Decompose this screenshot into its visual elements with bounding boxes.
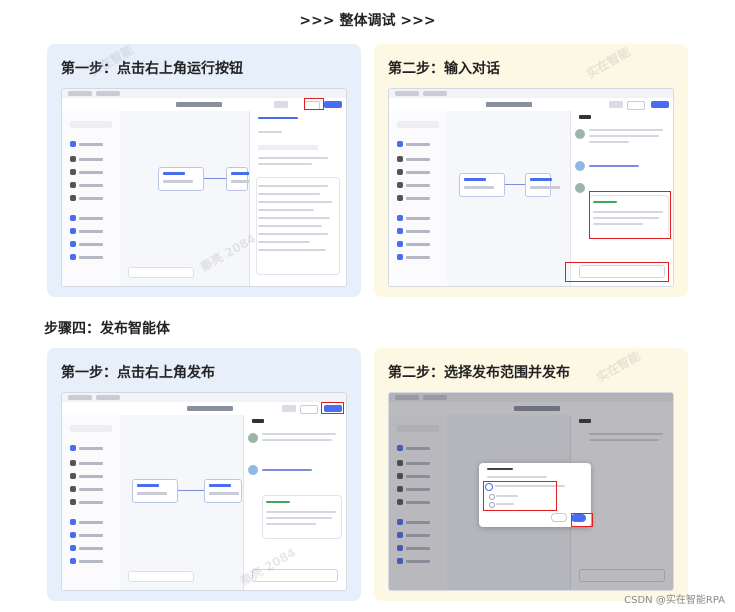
workflow-canvas xyxy=(447,111,571,286)
section-title: 步骤四：发布智能体 xyxy=(44,321,170,337)
step-title: 第二步：输入对话 xyxy=(388,61,500,77)
highlight-scope xyxy=(483,481,557,511)
workflow-node[interactable] xyxy=(226,167,261,191)
footer-credit: CSDN @实在智能RPA xyxy=(624,595,725,606)
zoom-toolbar[interactable] xyxy=(128,571,194,582)
step-card-chat: 第二步：输入对话 实在智能 xyxy=(374,44,688,297)
screenshot-chat xyxy=(388,88,674,287)
workflow-node[interactable] xyxy=(525,173,560,197)
step-card-scope: 第二步：选择发布范围并发布 实在智能 xyxy=(374,348,688,601)
app-toolbar xyxy=(62,402,346,416)
run-panel xyxy=(249,111,346,286)
highlight-reply xyxy=(589,191,671,239)
node-sidebar xyxy=(62,111,121,286)
step-title: 第二步：选择发布范围并发布 xyxy=(388,365,570,381)
page-header: >>> 整体调试 >>> xyxy=(299,13,436,29)
workflow-node[interactable] xyxy=(158,167,204,191)
step-card-run: 第一步：点击右上角运行按钮 实在智能 秦亮 2084 xyxy=(47,44,361,297)
highlight-confirm xyxy=(571,513,593,527)
workflow-node[interactable] xyxy=(132,479,178,503)
workflow-canvas xyxy=(120,415,244,590)
publish-button[interactable] xyxy=(651,101,669,108)
app-toolbar xyxy=(389,98,673,112)
run-button[interactable] xyxy=(324,101,342,108)
screenshot-publish xyxy=(61,392,347,591)
highlight-run xyxy=(304,98,324,110)
highlight-input xyxy=(565,262,669,282)
highlight-publish xyxy=(321,402,344,414)
cancel-button[interactable] xyxy=(551,513,567,522)
workflow-node[interactable] xyxy=(459,173,505,197)
watermark: 实在智能 xyxy=(583,44,633,81)
step-card-publish: 第一步：点击右上角发布 秦亮 2084 xyxy=(47,348,361,601)
workflow-node[interactable] xyxy=(204,479,242,503)
screenshot-scope xyxy=(388,392,674,591)
node-sidebar xyxy=(389,111,448,286)
zoom-toolbar[interactable] xyxy=(128,267,194,278)
node-sidebar xyxy=(62,415,121,590)
watermark: 实在智能 xyxy=(593,348,643,385)
step-title: 第一步：点击右上角发布 xyxy=(61,365,215,381)
